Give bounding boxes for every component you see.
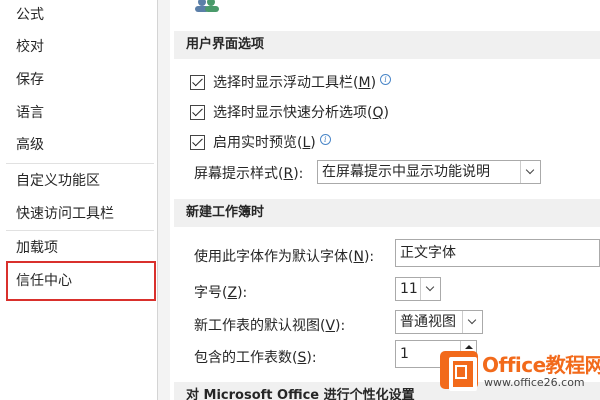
live-preview-row[interactable]: 启用实时预览(L) i bbox=[190, 131, 331, 153]
sheet-count-label: 包含的工作表数(S): bbox=[194, 350, 317, 366]
chevron-down-icon[interactable] bbox=[462, 311, 482, 333]
sidebar-divider bbox=[6, 163, 154, 164]
sidebar-item-language[interactable]: 语言 bbox=[6, 98, 156, 128]
default-view-value: 普通视图 bbox=[400, 314, 456, 330]
chevron-down-icon[interactable] bbox=[420, 278, 440, 300]
options-sidebar: 公式 校对 保存 语言 高级 自定义功能区 快速访问工具栏 加载项 信任中心 bbox=[0, 0, 158, 400]
sidebar-item-proofing[interactable]: 校对 bbox=[6, 32, 156, 62]
default-font-label: 使用此字体作为默认字体(N): bbox=[194, 249, 375, 265]
font-size-select[interactable]: 11 bbox=[395, 277, 441, 301]
pane-gutter bbox=[158, 0, 170, 400]
screentip-style-label: 屏幕提示样式(R): bbox=[194, 166, 304, 182]
screentip-style-select[interactable]: 在屏幕提示中显示功能说明 bbox=[317, 160, 541, 184]
show-mini-toolbar-label: 选择时显示浮动工具栏(M) bbox=[213, 75, 377, 91]
default-view-label: 新工作表的默认视图(V): bbox=[194, 318, 346, 334]
show-quick-analysis-label: 选择时显示快速分析选项(Q) bbox=[213, 105, 389, 121]
section-header-ui-options: 用户界面选项 bbox=[174, 31, 600, 59]
font-size-value: 11 bbox=[400, 281, 418, 297]
people-icon bbox=[195, 0, 219, 12]
watermark-title: Office教程网 bbox=[482, 353, 600, 377]
screentip-style-value: 在屏幕提示中显示功能说明 bbox=[322, 164, 490, 180]
sidebar-item-save[interactable]: 保存 bbox=[6, 65, 156, 95]
sidebar-item-add-ins[interactable]: 加载项 bbox=[6, 233, 156, 263]
show-mini-toolbar-row[interactable]: 选择时显示浮动工具栏(M) i bbox=[190, 71, 392, 93]
sidebar-item-customize-ribbon[interactable]: 自定义功能区 bbox=[6, 166, 156, 196]
sidebar-item-formulas[interactable]: 公式 bbox=[6, 0, 156, 30]
chevron-down-icon[interactable] bbox=[520, 161, 540, 183]
sidebar-item-quick-access-toolbar[interactable]: 快速访问工具栏 bbox=[6, 199, 156, 229]
live-preview-checkbox[interactable] bbox=[190, 134, 205, 150]
default-font-input[interactable]: 正文字体 bbox=[395, 239, 600, 267]
show-mini-toolbar-checkbox[interactable] bbox=[190, 74, 205, 90]
font-size-label: 字号(Z): bbox=[194, 285, 248, 301]
default-view-select[interactable]: 普通视图 bbox=[395, 310, 483, 334]
sidebar-item-advanced[interactable]: 高级 bbox=[6, 130, 156, 160]
info-icon[interactable]: i bbox=[380, 73, 392, 85]
options-main-pane: 用户界面选项 选择时显示浮动工具栏(M) i 选择时显示快速分析选项(Q) 启用… bbox=[170, 0, 600, 400]
show-quick-analysis-row[interactable]: 选择时显示快速分析选项(Q) bbox=[190, 101, 389, 123]
office-logo-icon bbox=[440, 351, 478, 391]
info-icon[interactable]: i bbox=[319, 133, 331, 145]
section-header-new-workbook: 新建工作簿时 bbox=[174, 199, 600, 227]
watermark-url: www.office26.com bbox=[484, 376, 585, 389]
sidebar-item-trust-center[interactable]: 信任中心 bbox=[6, 261, 156, 301]
site-watermark: Office教程网 www.office26.com bbox=[440, 347, 600, 397]
live-preview-label: 启用实时预览(L) bbox=[213, 135, 316, 151]
sheet-count-value: 1 bbox=[400, 346, 409, 362]
sidebar-divider bbox=[6, 230, 154, 231]
show-quick-analysis-checkbox[interactable] bbox=[190, 104, 205, 120]
